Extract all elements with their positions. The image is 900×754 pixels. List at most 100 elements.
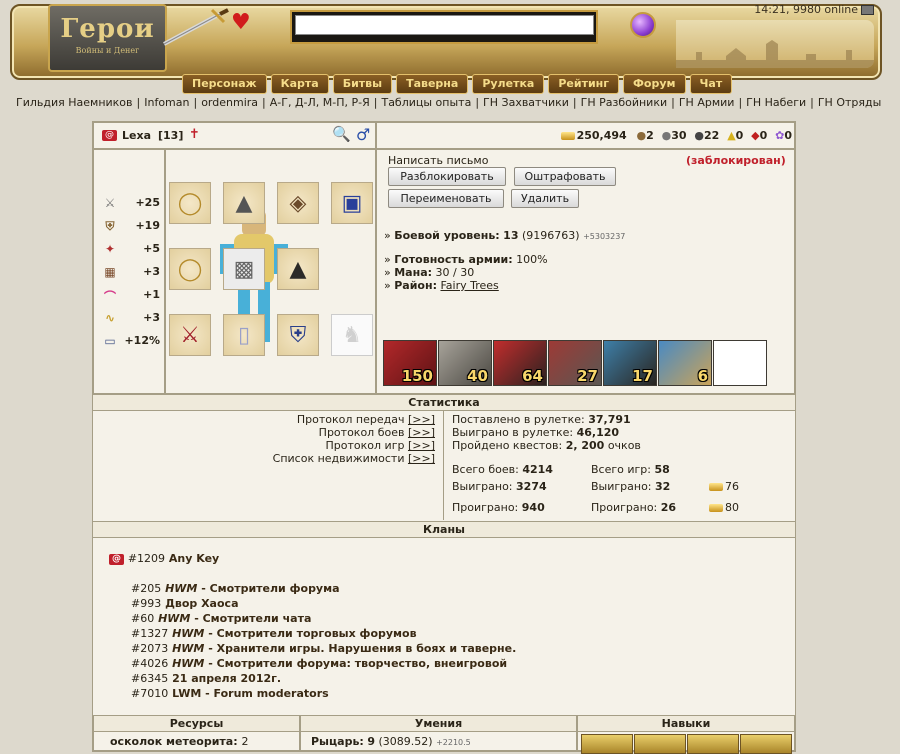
slot-ring-2[interactable]: ◯ [169, 248, 211, 290]
slot-armor[interactable]: ▩ [223, 248, 265, 290]
lost-gold: 80 [709, 501, 739, 514]
slot-amulet[interactable]: ◈ [277, 182, 319, 224]
clan-item[interactable]: #2073 HWM - Хранители игры. Нарушения в … [131, 642, 516, 655]
ore-amount: 30 [671, 129, 687, 142]
unit-slot-5[interactable]: 17 [603, 340, 657, 386]
slot-book[interactable]: ▣ [331, 182, 373, 224]
spellbook-icon: ▣ [341, 191, 363, 216]
gold-amount: 250,494 [576, 129, 627, 142]
player-profile: @ Lexa [13] ✝ 🔍 ♂ 250,494 ●2 ●30 ●22 ▲0 … [92, 121, 796, 754]
potion-icon[interactable] [630, 12, 656, 38]
link-gn-squads[interactable]: ГН Отряды [818, 96, 881, 109]
player-name[interactable]: Lexa [122, 129, 151, 142]
player-name-bar: @ Lexa [13] ✝ 🔍 ♂ [93, 122, 376, 149]
logo[interactable]: Герои Войны и Денег [48, 4, 167, 72]
sword-icon [163, 8, 229, 46]
talent-slot[interactable] [740, 734, 792, 754]
talent-slot[interactable] [687, 734, 739, 754]
games-won: Выиграно: 32 [591, 480, 671, 493]
ring-icon: ◯ [177, 191, 203, 216]
clan-item[interactable]: #205 HWM - Смотрители форума [131, 582, 340, 595]
unit-slot-2[interactable]: 40 [438, 340, 492, 386]
mana-line: » Мана: 30 / 30 [384, 266, 475, 279]
transfer-log-link[interactable]: [>>] [408, 413, 435, 426]
nav-rating[interactable]: Рейтинг [548, 74, 620, 94]
talent-slot[interactable] [581, 734, 633, 754]
link-infoman[interactable]: Infoman [144, 96, 189, 109]
stat-morale: ∿ +3 [102, 310, 162, 328]
nav-battles[interactable]: Битвы [332, 74, 393, 94]
unit-slot-6[interactable]: 6 [658, 340, 712, 386]
property-list-link[interactable]: [>>] [408, 452, 435, 465]
roulette-bet: Поставлено в рулетке: 37,791 [452, 413, 631, 426]
slot-mount[interactable]: ♞ [331, 314, 373, 356]
stat-column: ⚔ +25 ⛨ +19 ✦ +5 ▦ +3 ⌒ +1 ∿ +3 ▭ +12% [93, 149, 165, 394]
magnifier-icon[interactable]: 🔍 [332, 125, 351, 143]
write-letter-link[interactable]: Написать письмо [388, 154, 488, 167]
unit-slot-4[interactable]: 27 [548, 340, 602, 386]
resources-panel: Ресурсы осколок метеорита: 2 [93, 715, 300, 751]
mail-icon[interactable]: @ [102, 130, 117, 141]
chainmail-icon: ▩ [233, 257, 255, 282]
link-exp-tables[interactable]: Таблицы опыта [381, 96, 471, 109]
slot-boots[interactable]: ▯ [223, 314, 265, 356]
clan-mail-icon[interactable]: @ [109, 553, 124, 565]
mercury-amount: 22 [704, 129, 720, 142]
army-ready: 100% [516, 253, 548, 266]
cross-icon: ✝ [189, 127, 200, 142]
slot-helmet[interactable]: ▲ [223, 182, 265, 224]
clan-item[interactable]: #60 HWM - Смотрители чата [131, 612, 311, 625]
boots-icon: ▯ [237, 323, 251, 348]
nav-tavern[interactable]: Таверна [396, 74, 469, 94]
district-link[interactable]: Fairy Trees [440, 279, 498, 292]
clan-item[interactable]: #7010 LWM - Forum moderators [131, 687, 329, 700]
computer-icon[interactable] [861, 5, 874, 15]
heart-icon[interactable]: ♥ [231, 11, 251, 35]
stat-defense: ⛨ +19 [102, 218, 162, 236]
unit-slot-1[interactable]: 150 [383, 340, 437, 386]
clan-item[interactable]: #993 Двор Хаоса [131, 597, 239, 610]
gold-icon [560, 132, 575, 140]
link-gn-robbers[interactable]: ГН Разбойники [581, 96, 668, 109]
combat-exp: (9196763) [521, 229, 580, 242]
resource-list: 250,494 ●2 ●30 ●22 ▲0 ◆0 ✿0 [560, 129, 792, 142]
link-gn-raids[interactable]: ГН Набеги [746, 96, 806, 109]
slot-ring-1[interactable]: ◯ [169, 182, 211, 224]
equipment-panel: ◯ ▲ ◈ ▣ ◯ ▩ ▲ ⚔ ▯ ⛨ ♞ [165, 149, 376, 394]
slot-shield[interactable]: ⛨ [277, 314, 319, 356]
unblock-button[interactable]: Разблокировать [388, 167, 506, 186]
slot-weapon[interactable]: ⚔ [169, 314, 211, 356]
chat-box [290, 10, 598, 44]
clan-item[interactable]: #4026 HWM - Смотрители форума: творчеств… [131, 657, 507, 670]
link-ordenmira[interactable]: ordenmira [201, 96, 258, 109]
fine-button[interactable]: Оштрафовать [514, 167, 616, 186]
link-alphabet[interactable]: А-Г, Д-Л, М-П, Р-Я [270, 96, 370, 109]
battle-log-link[interactable]: [>>] [408, 426, 435, 439]
talent-slot[interactable] [634, 734, 686, 754]
nav-forum[interactable]: Форум [623, 74, 686, 94]
clan-item[interactable]: #1327 HWM - Смотрители торговых форумов [131, 627, 417, 640]
game-log-link[interactable]: [>>] [408, 439, 435, 452]
ore-icon: ● [661, 129, 672, 142]
unit-slot-3[interactable]: 64 [493, 340, 547, 386]
nav-roulette[interactable]: Рулетка [472, 74, 545, 94]
shield-icon: ⛨ [105, 219, 115, 233]
nav-character[interactable]: Персонаж [182, 74, 267, 94]
nav-map[interactable]: Карта [270, 74, 329, 94]
chat-input[interactable] [295, 15, 594, 35]
nav-chat[interactable]: Чат [689, 74, 733, 94]
link-gn-armies[interactable]: ГН Армии [679, 96, 735, 109]
clan-item[interactable]: #6345 21 апреля 2012г. [131, 672, 281, 685]
castle-icon [676, 40, 874, 68]
unit-slot-empty[interactable] [713, 340, 767, 386]
main-clan[interactable]: @ #1209 Any Key [109, 552, 219, 565]
slot-cloak[interactable]: ▲ [277, 248, 319, 290]
link-mercenary-guild[interactable]: Гильдия Наемников [16, 96, 133, 109]
link-gn-invaders[interactable]: ГН Захватчики [483, 96, 569, 109]
delete-button[interactable]: Удалить [511, 189, 579, 208]
transfer-log-row: Протокол передач [>>] [296, 413, 435, 426]
rename-button[interactable]: Переименовать [388, 189, 504, 208]
wand-icon: ✦ [104, 242, 116, 256]
district-line: » Район: Fairy Trees [384, 279, 499, 292]
clock-text: 14:21, 9980 online [754, 3, 858, 16]
